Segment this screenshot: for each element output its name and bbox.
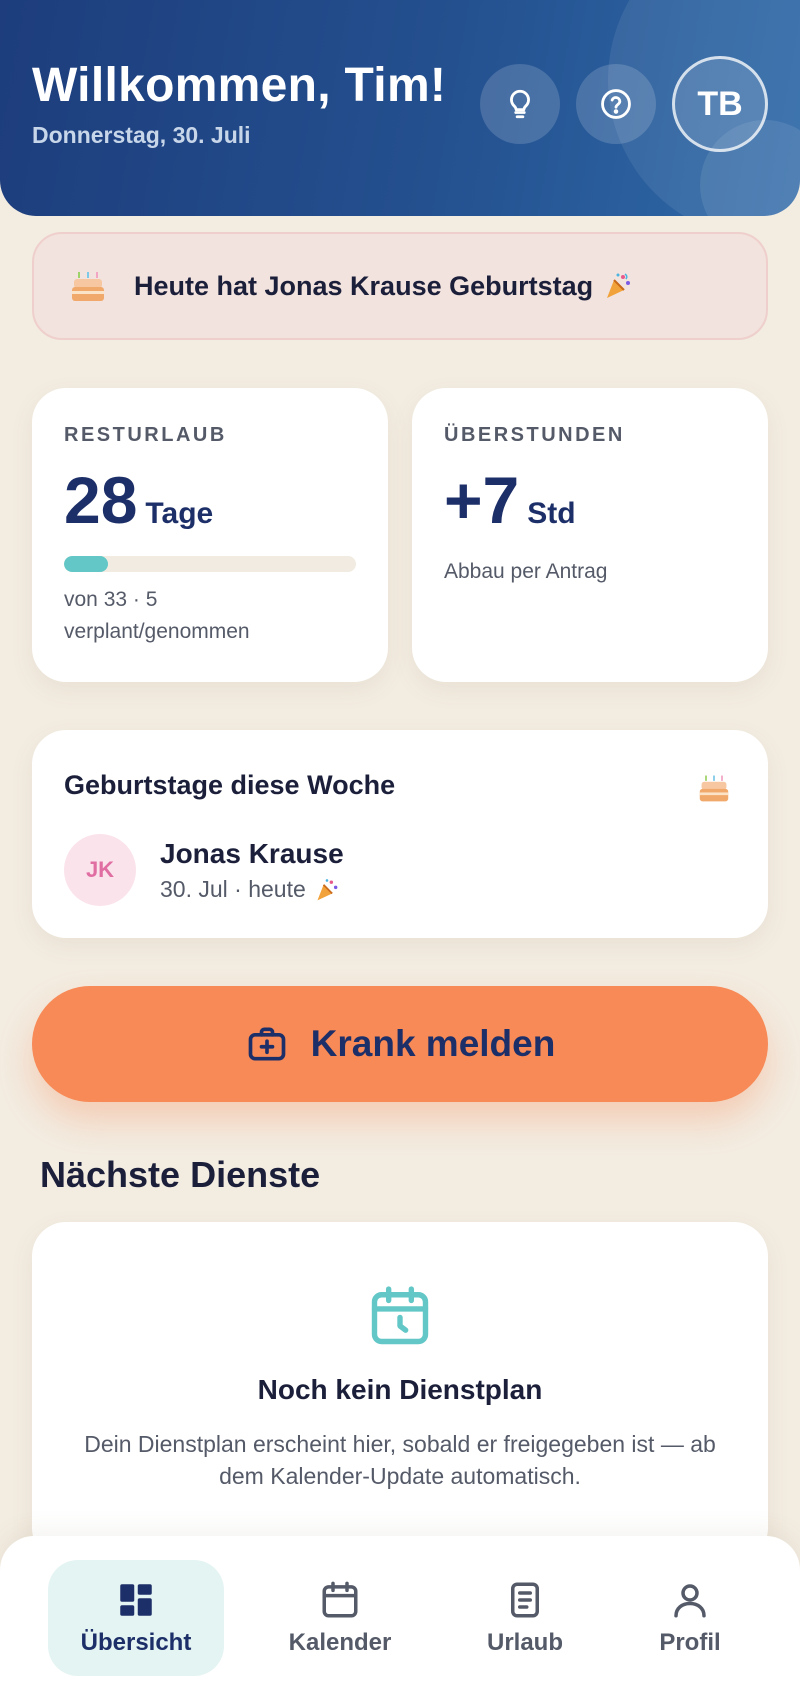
vacation-subtext: von 33 · 5 verplant/genommen — [64, 588, 250, 643]
nav-item-vacation[interactable]: Urlaub — [450, 1560, 600, 1676]
vacation-value: 28 Tage — [64, 462, 213, 538]
overtime-value: +7 Std — [444, 462, 576, 538]
next-shifts-title: Nächste Dienste — [40, 1154, 321, 1195]
vacation-unit: Tage — [145, 497, 214, 530]
party-popper-icon — [607, 273, 631, 298]
welcome-title: Willkommen, Tim! — [32, 59, 447, 112]
dashboard-icon — [120, 1584, 152, 1616]
nav-item-profile[interactable]: Profil — [630, 1560, 750, 1676]
birthdays-card-title: Geburtstage diese Woche — [64, 770, 396, 800]
birthday-person-date: 30. Jul · heute — [160, 876, 306, 902]
report-sick-button[interactable]: Krank melden — [32, 986, 768, 1102]
question-circle-icon — [601, 89, 631, 119]
overtime-subtext: Abbau per Antrag — [444, 560, 608, 583]
calendar-clock-icon — [371, 1286, 429, 1345]
nav-item-calendar[interactable]: Kalender — [260, 1560, 420, 1676]
vacation-label: RESTURLAUB — [64, 424, 227, 446]
birthday-person-initials: JK — [85, 857, 115, 882]
bottom-navigation: Übersicht Kalender Urlaub Profil — [0, 1536, 800, 1700]
cake-icon — [72, 272, 104, 301]
cake-icon — [699, 775, 729, 802]
nav-label-vacation: Urlaub — [486, 1629, 563, 1656]
birthday-banner-text: Heute hat Jonas Krause Geburtstag — [134, 270, 594, 301]
vacation-progress-fill — [64, 556, 108, 572]
help-button[interactable] — [576, 64, 656, 144]
vacation-days-number: 28 — [64, 463, 138, 537]
birthday-banner: Heute hat Jonas Krause Geburtstag — [32, 232, 768, 340]
birthday-person-name: Jonas Krause — [160, 838, 344, 869]
document-icon — [511, 1582, 539, 1618]
user-avatar-button[interactable]: TB — [672, 56, 768, 152]
avatar-initials: TB — [697, 84, 743, 123]
nav-item-overview[interactable]: Übersicht — [48, 1560, 224, 1676]
overtime-hours-number: +7 — [444, 463, 520, 537]
birthday-person-avatar: JK — [64, 834, 136, 906]
birthdays-card — [32, 730, 768, 938]
party-popper-icon — [317, 878, 338, 900]
nav-label-calendar: Kalender — [288, 1629, 392, 1656]
nav-label-overview: Übersicht — [80, 1629, 192, 1656]
user-icon — [674, 1584, 706, 1618]
shifts-empty-text: Dein Dienstplan erscheint hier, sobald e… — [84, 1431, 716, 1489]
shifts-empty-title: Noch kein Dienstplan — [257, 1374, 543, 1405]
tips-button[interactable] — [480, 64, 560, 144]
lightbulb-icon — [510, 89, 530, 119]
overtime-unit: Std — [527, 497, 576, 530]
birthday-person-date-row: 30. Jul · heute — [160, 876, 340, 903]
report-sick-label: Krank melden — [310, 1023, 556, 1064]
calendar-icon — [322, 1581, 358, 1618]
current-date: Donnerstag, 30. Juli — [32, 122, 251, 148]
vacation-progress-bar — [64, 556, 356, 572]
overtime-label: ÜBERSTUNDEN — [444, 424, 625, 446]
app-header: Willkommen, Tim! Donnerstag, 30. Juli TB — [0, 0, 800, 216]
nav-label-profile: Profil — [659, 1629, 721, 1656]
medical-kit-icon — [248, 1027, 285, 1061]
